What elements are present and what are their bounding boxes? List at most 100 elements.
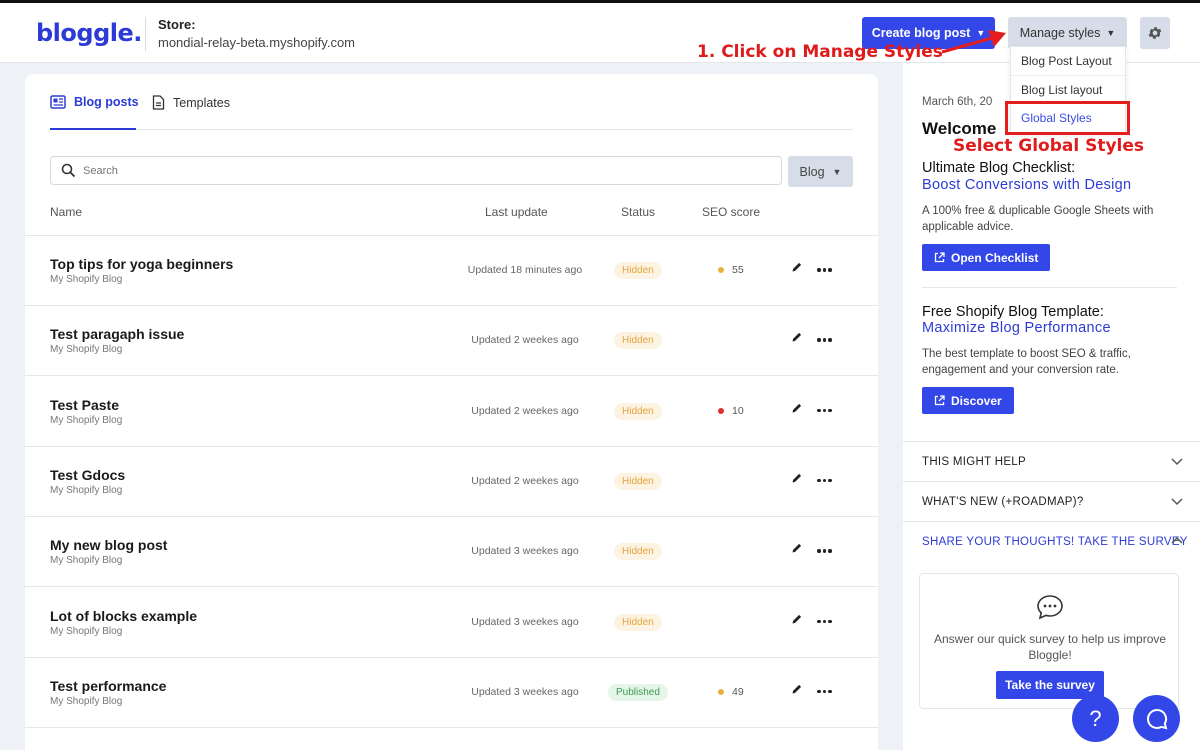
help-button[interactable]: ? bbox=[1072, 695, 1119, 742]
template-description: The best template to boost SEO & traffic… bbox=[922, 348, 1131, 376]
accordion-label: WHAT'S NEW (+ROADMAP)? bbox=[922, 496, 1084, 508]
menu-item-blog-post-layout[interactable]: Blog Post Layout bbox=[1011, 47, 1125, 76]
header-divider bbox=[145, 17, 146, 51]
pencil-icon[interactable] bbox=[791, 542, 803, 554]
store-label: Store: bbox=[158, 17, 196, 32]
post-title[interactable]: Test Gdocs bbox=[50, 467, 125, 483]
tab-templates-label: Templates bbox=[173, 95, 230, 110]
post-title[interactable]: Test performance bbox=[50, 678, 166, 694]
accordion-label: THIS MIGHT HELP bbox=[922, 456, 1026, 468]
take-survey-button[interactable]: Take the survey bbox=[996, 671, 1104, 699]
more-options-icon[interactable] bbox=[817, 478, 832, 483]
post-title[interactable]: Test Paste bbox=[50, 397, 119, 413]
table-row[interactable]: Lot of blocks example My Shopify Blog Up… bbox=[25, 588, 878, 658]
blog-posts-card: Blog posts Templates Blog ▼ Name Last up… bbox=[25, 74, 878, 750]
table-row[interactable]: Test Paste My Shopify Blog Updated 2 wee… bbox=[25, 377, 878, 447]
tab-templates[interactable]: Templates bbox=[152, 95, 230, 110]
post-blog-name: My Shopify Blog bbox=[50, 274, 123, 285]
annotation-arrow-icon bbox=[941, 30, 1006, 54]
external-link-icon bbox=[934, 252, 945, 263]
post-last-update: Updated 18 minutes ago bbox=[467, 264, 583, 276]
pencil-icon[interactable] bbox=[791, 683, 803, 695]
post-title[interactable]: My new blog post bbox=[50, 537, 167, 553]
table-row[interactable]: Test paragaph issue My Shopify Blog Upda… bbox=[25, 306, 878, 377]
post-last-update: Updated 2 weekes ago bbox=[471, 404, 579, 417]
status-badge: Hidden bbox=[614, 543, 662, 561]
status-badge: Hidden bbox=[614, 262, 662, 279]
seo-status-dot-icon bbox=[718, 407, 724, 414]
post-last-update: Updated 3 weekes ago bbox=[471, 685, 579, 698]
tab-blog-posts-label: Blog posts bbox=[74, 95, 139, 109]
open-checklist-label: Open Checklist bbox=[951, 250, 1039, 265]
seo-score-value: 49 bbox=[732, 685, 744, 698]
post-title[interactable]: Test paragaph issue bbox=[50, 326, 184, 342]
pencil-icon[interactable] bbox=[791, 261, 803, 273]
caret-down-icon: ▼ bbox=[1106, 28, 1116, 38]
menu-item-blog-list-layout[interactable]: Blog List layout bbox=[1011, 76, 1125, 104]
chevron-down-icon bbox=[1171, 498, 1183, 506]
chat-icon bbox=[1146, 708, 1167, 729]
seo-score: 55 bbox=[718, 264, 744, 276]
annotation-step-2: Select Global Styles bbox=[953, 136, 1145, 156]
post-blog-name: My Shopify Blog bbox=[50, 695, 123, 707]
post-last-update: Updated 2 weekes ago bbox=[471, 474, 579, 487]
bloggle-logo[interactable]: bloggle. bbox=[36, 19, 142, 47]
settings-button[interactable] bbox=[1140, 17, 1170, 49]
accordion-whats-new[interactable]: WHAT'S NEW (+ROADMAP)? bbox=[903, 481, 1200, 521]
table-row[interactable]: Test Gdocs My Shopify Blog Updated 2 wee… bbox=[25, 447, 878, 517]
tab-blog-posts[interactable]: Blog posts bbox=[50, 95, 139, 109]
checklist-subtitle[interactable]: Boost Conversions with Design bbox=[922, 177, 1131, 193]
speech-bubble-icon bbox=[1037, 595, 1063, 620]
pencil-icon[interactable] bbox=[791, 331, 803, 343]
template-title: Free Shopify Blog Template: bbox=[922, 304, 1104, 320]
pencil-icon[interactable] bbox=[791, 472, 803, 484]
search-icon bbox=[61, 163, 76, 178]
gear-icon bbox=[1148, 27, 1162, 39]
column-header-seo-score[interactable]: SEO score bbox=[702, 205, 760, 219]
status-badge: Hidden bbox=[614, 402, 662, 420]
post-title[interactable]: Lot of blocks example bbox=[50, 608, 197, 624]
post-last-update: Updated 3 weekes ago bbox=[471, 545, 579, 558]
accordion-survey[interactable]: SHARE YOUR THOUGHTS! TAKE THE SURVEY bbox=[903, 521, 1200, 561]
search-box bbox=[50, 156, 782, 185]
chat-button[interactable] bbox=[1133, 695, 1180, 742]
post-blog-name: My Shopify Blog bbox=[50, 555, 123, 567]
store-url: mondial-relay-beta.myshopify.com bbox=[158, 35, 355, 50]
pencil-icon[interactable] bbox=[791, 402, 803, 414]
seo-status-dot-icon bbox=[718, 688, 724, 695]
more-options-icon[interactable] bbox=[817, 619, 832, 623]
pencil-icon[interactable] bbox=[791, 613, 803, 625]
more-options-icon[interactable] bbox=[817, 549, 832, 553]
manage-styles-label: Manage styles bbox=[1019, 26, 1101, 40]
column-header-last-update[interactable]: Last update bbox=[485, 205, 548, 219]
document-icon bbox=[152, 95, 165, 110]
column-header-status[interactable]: Status bbox=[621, 205, 655, 219]
search-input[interactable] bbox=[83, 162, 763, 180]
survey-card: Answer our quick survey to help us impro… bbox=[919, 573, 1179, 709]
open-checklist-button[interactable]: Open Checklist bbox=[922, 244, 1051, 271]
discover-button[interactable]: Discover bbox=[922, 387, 1014, 414]
manage-styles-button[interactable]: Manage styles ▼ bbox=[1008, 17, 1127, 49]
blog-posts-icon bbox=[50, 95, 66, 109]
more-options-icon[interactable] bbox=[817, 689, 832, 694]
seo-score-value: 55 bbox=[732, 264, 744, 276]
template-subtitle[interactable]: Maximize Blog Performance bbox=[922, 320, 1111, 336]
table-row[interactable]: Test performance My Shopify Blog Updated… bbox=[25, 658, 878, 728]
more-options-icon[interactable] bbox=[817, 408, 832, 413]
post-title[interactable]: Top tips for yoga beginners bbox=[50, 256, 233, 272]
more-options-icon[interactable] bbox=[817, 338, 832, 342]
column-header-name[interactable]: Name bbox=[50, 205, 82, 219]
help-label: ? bbox=[1089, 705, 1102, 731]
chevron-down-icon bbox=[1171, 458, 1183, 466]
checklist-description: A 100% free & duplicable Google Sheets w… bbox=[922, 205, 1154, 233]
news-date: March 6th, 20 bbox=[922, 96, 993, 108]
status-badge: Published bbox=[608, 683, 668, 701]
status-badge: Hidden bbox=[614, 613, 662, 631]
table-row[interactable]: My new blog post My Shopify Blog Updated… bbox=[25, 517, 878, 588]
more-options-icon[interactable] bbox=[817, 268, 832, 272]
blog-filter-button[interactable]: Blog ▼ bbox=[788, 156, 853, 187]
accordion-this-might-help[interactable]: THIS MIGHT HELP bbox=[903, 441, 1200, 481]
status-badge: Hidden bbox=[614, 472, 662, 490]
discover-label: Discover bbox=[951, 393, 1002, 408]
table-row[interactable]: Top tips for yoga beginners My Shopify B… bbox=[25, 236, 878, 306]
